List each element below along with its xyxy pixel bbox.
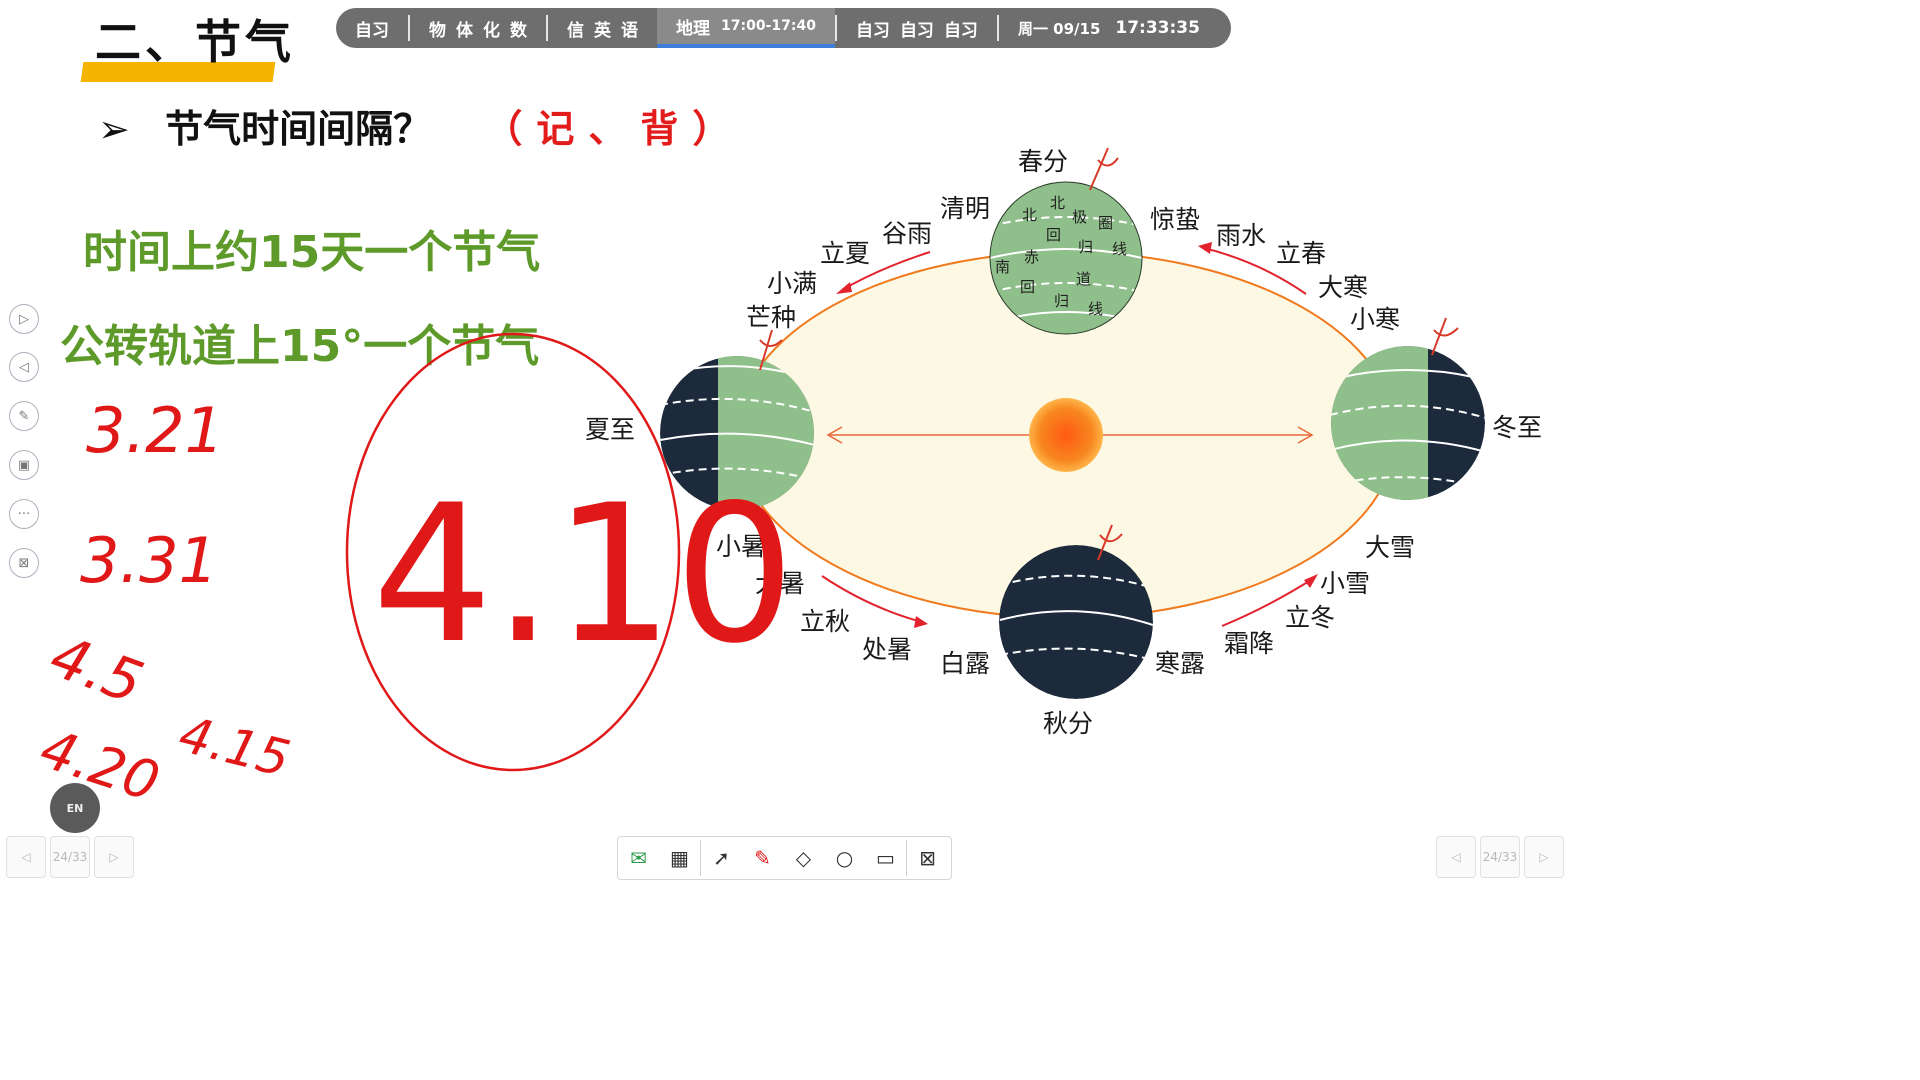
pager-indicator[interactable]: 24/33 [50,836,90,878]
pager-next-button[interactable]: ▷ [94,836,134,878]
bottom-toolbar: ✉ ▦ ➚ ✎ ◇ ○ ▭ ⊠ [617,836,952,880]
handwriting-4-15: 4.15 [173,705,295,788]
input-language-button[interactable]: EN [50,783,100,833]
exit-screen-icon: ⊠ [18,555,30,571]
pager-prev-button[interactable]: ◁ [6,836,46,878]
pager-prev-button-right[interactable]: ◁ [1436,836,1476,878]
pen-icon: ✎ [18,408,30,424]
end-show-button[interactable]: ⊠ [907,837,948,879]
handwriting-3-31: 3.31 [80,524,218,597]
pen-button[interactable]: ✎ [742,837,783,879]
eraser-button[interactable]: ◇ [783,837,824,879]
pager-left: ◁ 24/33 ▷ [6,836,134,878]
more-icon: ··· [17,506,31,522]
handwriting-4-5: 4.5 [42,622,152,717]
cursor-icon: ➚ [713,846,730,870]
select-button[interactable]: ➚ [701,837,742,879]
more-tool[interactable]: ··· [9,499,39,529]
next-page-tool[interactable]: ▷ [9,304,39,334]
pager-right: ◁ 24/33 ▷ [1436,836,1564,878]
grid-icon: ▦ [670,846,689,870]
close-screen-icon: ⊠ [919,846,936,870]
zoom-button[interactable]: ○ [824,837,865,879]
exit-tool[interactable]: ⊠ [9,548,39,578]
prev-page-tool[interactable]: ◁ [9,352,39,382]
pen-tool[interactable]: ✎ [9,401,39,431]
handwriting-layer: 3.21 3.31 4.5 4.20 4.15 4.10 [33,332,795,814]
handwriting-3-21: 3.21 [86,394,224,467]
pen-icon: ✎ [754,846,771,870]
board-icon: ▣ [17,457,31,473]
pager-next-button-right[interactable]: ▷ [1524,836,1564,878]
back-icon: ◁ [19,359,29,375]
board-tool[interactable]: ▣ [9,450,39,480]
mail-icon: ✉ [630,846,647,870]
pager-indicator-right[interactable]: 24/33 [1480,836,1520,878]
magnifier-icon: ○ [835,846,854,870]
play-icon: ▷ [19,311,29,327]
message-button[interactable]: ✉ [618,837,659,879]
whiteboard-icon: ▭ [876,846,895,870]
board-button[interactable]: ▭ [865,837,906,879]
apps-button[interactable]: ▦ [659,837,700,879]
handwriting-big-4-10: 4.10 [372,464,795,685]
eraser-icon: ◇ [795,846,812,870]
